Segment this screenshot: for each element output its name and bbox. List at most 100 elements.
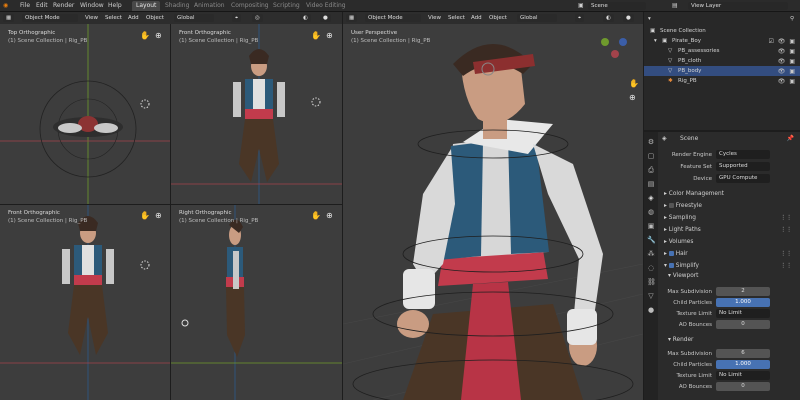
outliner-item-pirate-boy[interactable]: ▾ ▣ Pirate_Boy ☑ 👁 ▣ (644, 36, 800, 46)
subpanel-viewport[interactable]: ▾ Viewport (668, 271, 800, 281)
scene-selector[interactable]: Scene (588, 2, 646, 10)
freestyle-checkbox[interactable] (668, 203, 674, 208)
menu-select[interactable]: Select (445, 14, 468, 22)
outliner-search-input[interactable] (660, 15, 770, 23)
pin-icon[interactable]: 📌 (787, 135, 794, 142)
shading-icon[interactable]: ● (623, 14, 634, 22)
editor-type-icon[interactable]: ▦ (3, 14, 15, 22)
subpanel-render[interactable]: ▾ Render (668, 335, 800, 345)
pan-hand-icon[interactable]: ✋ (629, 80, 639, 88)
tab-video-editing[interactable]: Video Editing (302, 1, 350, 11)
snap-icon[interactable]: ⌖ (232, 14, 242, 22)
menu-select[interactable]: Select (102, 14, 125, 22)
shading-icon[interactable]: ● (320, 14, 331, 22)
physics-tab-icon[interactable]: ◌ (647, 264, 655, 272)
panel-light-paths[interactable]: ▸ Light Paths ⋮⋮ (664, 225, 796, 235)
constraints-tab-icon[interactable]: ⛓ (647, 278, 656, 286)
menu-view[interactable]: View (82, 14, 101, 22)
outliner-item-pb-assessories[interactable]: ▽ PB_assessories 👁 ▣ (644, 46, 800, 56)
pan-hand-icon[interactable]: ✋ (311, 32, 321, 40)
menu-add[interactable]: Add (125, 14, 142, 22)
simplify-checkbox[interactable] (668, 263, 674, 268)
pan-hand-icon[interactable]: ✋ (311, 212, 321, 220)
render-engine-select[interactable]: Cycles (716, 150, 770, 159)
vp-texture-limit-select[interactable]: No Limit (716, 309, 770, 318)
panel-volumes[interactable]: ▸ Volumes (664, 237, 796, 247)
proportional-edit-icon[interactable]: ◎ (252, 14, 263, 22)
viewport-right-ortho[interactable]: Right Orthographic (1) Scene Collection … (171, 205, 342, 400)
menu-view[interactable]: View (425, 14, 444, 22)
menu-edit[interactable]: Edit (36, 2, 48, 9)
panel-sampling[interactable]: ▸ Sampling ⋮⋮ (664, 213, 796, 223)
tool-tab-icon[interactable]: ⚙ (647, 138, 655, 146)
orientation-selector[interactable]: Global (517, 14, 557, 22)
viewport-user-perspective[interactable]: User Perspective (1) Scene Collection | … (343, 24, 643, 400)
visibility-icons[interactable]: 👁 ▣ (778, 77, 796, 87)
device-select[interactable]: GPU Compute (716, 174, 770, 183)
view-layer-selector[interactable]: View Layer (688, 2, 788, 10)
world-tab-icon[interactable]: ◍ (647, 208, 655, 216)
panel-freestyle[interactable]: ▸ Freestyle (664, 201, 796, 211)
scene-tab-icon[interactable]: ◈ (647, 194, 655, 202)
outliner-item-pb-body[interactable]: ▽ PB_body 👁 ▣ (644, 66, 800, 76)
editor-type-icon[interactable]: ▦ (346, 14, 358, 22)
mode-selector[interactable]: Object Mode (365, 14, 421, 22)
snap-icon[interactable]: ⌖ (575, 14, 585, 22)
pan-hand-icon[interactable]: ✋ (140, 32, 150, 40)
zoom-icon[interactable]: ⊕ (155, 32, 163, 40)
mode-selector[interactable]: Object Mode (22, 14, 78, 22)
vp-max-subdivision-field[interactable]: 2 (716, 287, 770, 296)
r-texture-limit-select[interactable]: No Limit (716, 371, 770, 380)
menu-add[interactable]: Add (468, 14, 485, 22)
expand-icon[interactable]: ▾ (654, 36, 657, 46)
viewport-front-ortho-2[interactable]: Front Orthographic (1) Scene Collection … (0, 205, 170, 400)
outliner-filter-icon[interactable]: ▾ (648, 14, 651, 24)
panel-color-management[interactable]: ▸ Color Management (664, 189, 796, 199)
panel-drag-icon[interactable]: ⋮⋮ (780, 225, 792, 235)
menu-object[interactable]: Object (143, 14, 167, 22)
armature-icon: ✱ (668, 78, 673, 84)
panel-hair[interactable]: ▸ Hair ⋮⋮ (664, 249, 796, 259)
particles-tab-icon[interactable]: ⁂ (647, 250, 655, 258)
pan-hand-icon[interactable]: ✋ (140, 212, 150, 220)
menu-object[interactable]: Object (486, 14, 510, 22)
zoom-icon[interactable]: ⊕ (326, 32, 334, 40)
hair-checkbox[interactable] (668, 251, 674, 256)
panel-drag-icon[interactable]: ⋮⋮ (780, 261, 792, 271)
blender-logo-icon[interactable]: ◉ (3, 2, 8, 9)
modifier-tab-icon[interactable]: 🔧 (647, 236, 656, 244)
right-area-header: ▦ Object Mode View Select Add Object Glo… (343, 12, 643, 24)
vp-child-particles-slider[interactable]: 1.000 (716, 298, 770, 307)
outliner-item-rig-pb[interactable]: ✱ Rig_PB 👁 ▣ (644, 76, 800, 86)
tab-animation[interactable]: Animation (190, 1, 229, 11)
feature-set-select[interactable]: Supported (716, 162, 770, 171)
orientation-selector[interactable]: Global (174, 14, 214, 22)
menu-help[interactable]: Help (108, 2, 122, 9)
panel-drag-icon[interactable]: ⋮⋮ (780, 249, 792, 259)
menu-render[interactable]: Render (53, 2, 74, 9)
r-ao-bounces-field[interactable]: 0 (716, 382, 770, 391)
viewport-top-ortho[interactable]: Top Orthographic (1) Scene Collection | … (0, 24, 170, 204)
zoom-icon[interactable]: ⊕ (629, 94, 637, 102)
vp-ao-bounces-field[interactable]: 0 (716, 320, 770, 329)
filter-icon[interactable]: ⚲ (790, 14, 794, 24)
viewport-front-ortho-1[interactable]: Front Orthographic (1) Scene Collection … (171, 24, 342, 204)
r-child-particles-slider[interactable]: 1.000 (716, 360, 770, 369)
tab-shading[interactable]: Shading (161, 1, 193, 11)
zoom-icon[interactable]: ⊕ (155, 212, 163, 220)
r-max-subdivision-field[interactable]: 6 (716, 349, 770, 358)
overlay-icon[interactable]: ◐ (603, 14, 614, 22)
menu-window[interactable]: Window (80, 2, 104, 9)
overlay-icon[interactable]: ◐ (300, 14, 311, 22)
panel-simplify[interactable]: ▾ Simplify ⋮⋮ (664, 261, 796, 271)
outliner-item-scene-collection[interactable]: ▣ Scene Collection (644, 26, 800, 36)
tab-scripting[interactable]: Scripting (269, 1, 304, 11)
tab-compositing[interactable]: Compositing (227, 1, 273, 11)
zoom-icon[interactable]: ⊕ (326, 212, 334, 220)
panel-drag-icon[interactable]: ⋮⋮ (780, 213, 792, 223)
outliner-item-pb-cloth[interactable]: ▽ PB_cloth 👁 ▣ (644, 56, 800, 66)
object-tab-icon[interactable]: ▣ (647, 222, 655, 230)
tab-layout[interactable]: Layout (132, 1, 161, 11)
menu-file[interactable]: File (20, 2, 30, 9)
viewport-top-drawing (0, 24, 170, 204)
